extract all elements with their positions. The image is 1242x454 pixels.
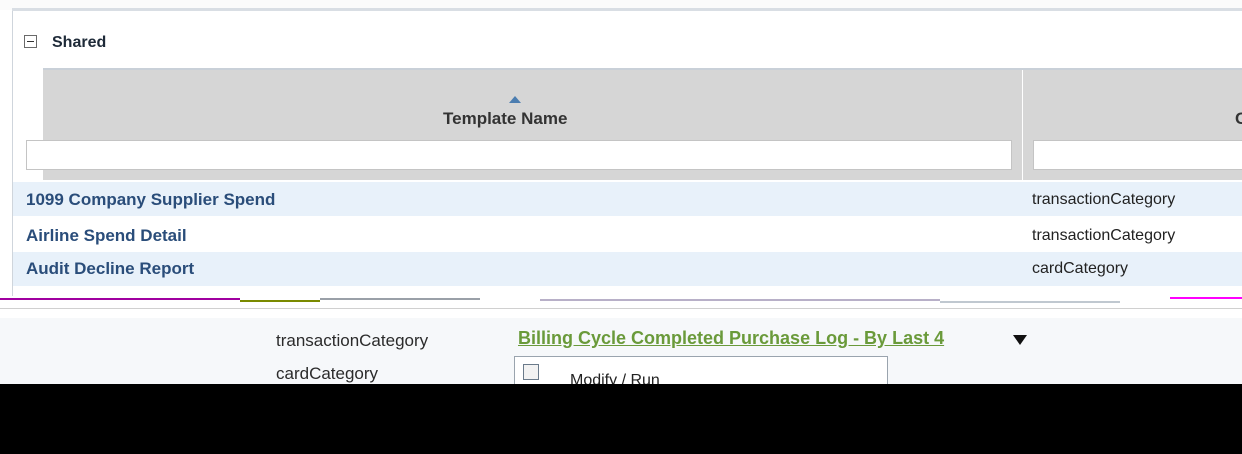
artifact-line — [0, 308, 1242, 309]
artifact-line — [240, 300, 320, 302]
template-name-link[interactable]: Airline Spend Detail — [26, 226, 187, 246]
sort-ascending-icon[interactable] — [509, 96, 521, 103]
artifact-line — [540, 299, 940, 301]
artifact-line — [0, 298, 240, 300]
template-category: cardCategory — [1032, 260, 1129, 277]
lower-category: transactionCategory — [276, 331, 429, 350]
column-header-template-name[interactable]: Template Name — [443, 109, 567, 129]
render-artifact-band — [0, 296, 1242, 318]
template-name-link[interactable]: 1099 Company Supplier Spend — [26, 190, 275, 210]
template-name-link[interactable]: Audit Decline Report — [26, 259, 194, 279]
lower-category: cardCategory — [276, 364, 379, 383]
template-link[interactable]: Billing Cycle Completed Purchase Log - B… — [518, 328, 944, 349]
column-header-category[interactable]: C — [1235, 109, 1242, 129]
category-filter-input[interactable] — [1033, 140, 1242, 170]
artifact-line — [1170, 297, 1242, 299]
document-edit-icon — [523, 364, 539, 380]
template-category: transactionCategory — [1032, 191, 1176, 208]
template-name-filter-input[interactable] — [26, 140, 1012, 170]
template-category: transactionCategory — [1032, 227, 1176, 244]
black-region — [0, 384, 1242, 454]
artifact-line — [320, 298, 480, 300]
column-divider — [1022, 70, 1023, 180]
dropdown-arrow-icon[interactable] — [1013, 335, 1027, 345]
panel-title: Shared — [52, 34, 107, 51]
collapse-icon[interactable] — [24, 35, 37, 48]
panel-header — [13, 18, 1242, 66]
artifact-line — [940, 301, 1120, 303]
